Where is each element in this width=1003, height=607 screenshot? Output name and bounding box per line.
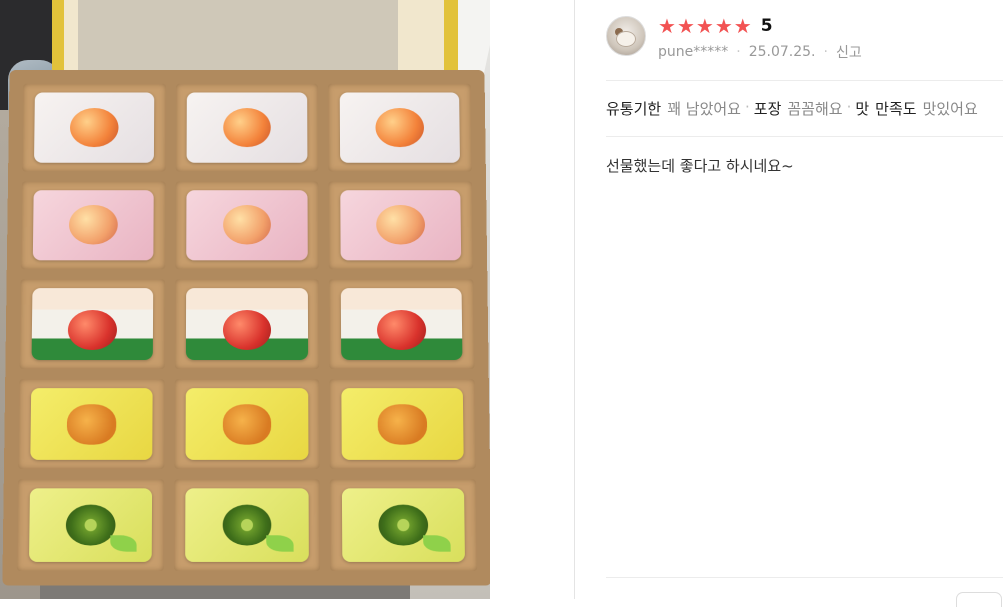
tray-cell: [20, 180, 166, 270]
tray-cell: [330, 479, 478, 572]
attr-separator: ·: [846, 98, 852, 116]
peach-bread: [69, 107, 119, 147]
kiwi-leaf-graphic: [266, 535, 294, 552]
avatar[interactable]: [606, 16, 646, 56]
peach-pink-bread: [222, 205, 272, 245]
peach-bread-pack: [33, 92, 155, 163]
tray-grid: [16, 83, 478, 572]
tray-cell: [329, 378, 476, 470]
peach-pink-bread-pack: [186, 189, 308, 261]
report-link[interactable]: 신고: [836, 42, 862, 62]
kiwi-bread: [65, 504, 116, 546]
pumpkin-bread-pack: [29, 387, 153, 461]
pumpkin-bread: [66, 403, 116, 445]
kiwi-bread-pack: [341, 488, 466, 562]
pumpkin-bread: [377, 403, 428, 445]
panel-divider: [574, 0, 575, 599]
username: pune*****: [658, 44, 729, 60]
peach-bread: [375, 107, 425, 147]
rating-score: 5: [760, 16, 773, 36]
attr-key-expiry: 유통기한: [606, 100, 662, 118]
kiwi-bread: [378, 504, 429, 546]
tray-cell: [328, 180, 474, 270]
apple-bread: [222, 309, 272, 350]
tray-cell: [328, 83, 472, 172]
scroll-top-button[interactable]: [956, 592, 1002, 607]
review-panel: ★ ★ ★ ★ ★ 5 pune***** · 25.07.25. · 신고 유…: [606, 0, 1003, 607]
peach-pink-bread: [68, 205, 118, 245]
divider-line: [606, 80, 1003, 81]
kiwi-bread: [222, 504, 272, 546]
apple-bread: [67, 309, 117, 350]
star-icon: ★: [658, 14, 676, 38]
attr-key-satisfaction: 만족도: [875, 100, 917, 118]
divider-line: [606, 136, 1003, 137]
tray-cell: [329, 279, 475, 369]
star-icon: ★: [695, 14, 714, 38]
star-icon: ★: [714, 14, 733, 38]
meta-separator: ·: [736, 44, 741, 60]
pumpkin-bread: [222, 403, 272, 445]
kiwi-leaf-graphic: [423, 535, 451, 552]
attr-value-expiry: 꽤 남았어요: [667, 100, 741, 118]
review-meta: pune***** · 25.07.25. · 신고: [658, 42, 862, 62]
peach-pink-bread-pack: [340, 189, 462, 261]
kiwi-leaf-graphic: [109, 535, 138, 552]
tray-cell: [18, 378, 165, 470]
attr-value-packaging: 꼼꼼해요: [787, 100, 843, 118]
box-lid-inner: [78, 0, 398, 70]
gift-tray: [2, 70, 490, 586]
pumpkin-bread-pack: [185, 387, 309, 461]
kiwi-bread-pack: [28, 488, 153, 562]
tray-cell: [174, 378, 320, 470]
peach-pink-bread: [376, 205, 426, 245]
apple-bread-pack: [340, 288, 463, 360]
divider-line: [606, 577, 1003, 578]
peach-bread-pack: [186, 92, 308, 163]
tray-cell: [175, 83, 319, 172]
star-icon: ★: [733, 14, 752, 38]
attr-key-taste: 맛: [855, 100, 870, 118]
peach-pink-bread-pack: [32, 189, 154, 261]
apple-bread-pack: [31, 288, 154, 360]
meta-separator: ·: [823, 44, 828, 60]
tray-cell: [174, 180, 320, 270]
review-content: 선물했는데 좋다고 하시네요~: [606, 157, 794, 175]
avatar-dog: [616, 31, 636, 47]
pumpkin-bread-pack: [341, 387, 465, 461]
attr-value-taste: 맛있어요: [922, 100, 978, 118]
peach-bread-pack: [339, 92, 461, 163]
apple-bread: [377, 309, 427, 350]
tray-cell: [16, 479, 164, 572]
attr-key-packaging: 포장: [753, 100, 782, 118]
tray-cell: [22, 83, 166, 172]
tray-cell: [173, 479, 321, 572]
star-rating: ★ ★ ★ ★ ★ 5: [658, 15, 773, 37]
kiwi-bread-pack: [185, 488, 309, 562]
apple-bread-pack: [186, 288, 308, 360]
review-date: 25.07.25.: [748, 44, 816, 60]
review-photo[interactable]: [0, 0, 490, 599]
peach-bread: [222, 107, 272, 147]
tray-cell: [19, 279, 165, 369]
review-attributes: 유통기한 꽤 남았어요 · 포장 꼼꼼해요 · 맛 만족도 맛있어요: [606, 98, 978, 119]
attr-separator: ·: [744, 98, 750, 116]
star-icon: ★: [676, 14, 695, 38]
tray-cell: [174, 279, 320, 369]
